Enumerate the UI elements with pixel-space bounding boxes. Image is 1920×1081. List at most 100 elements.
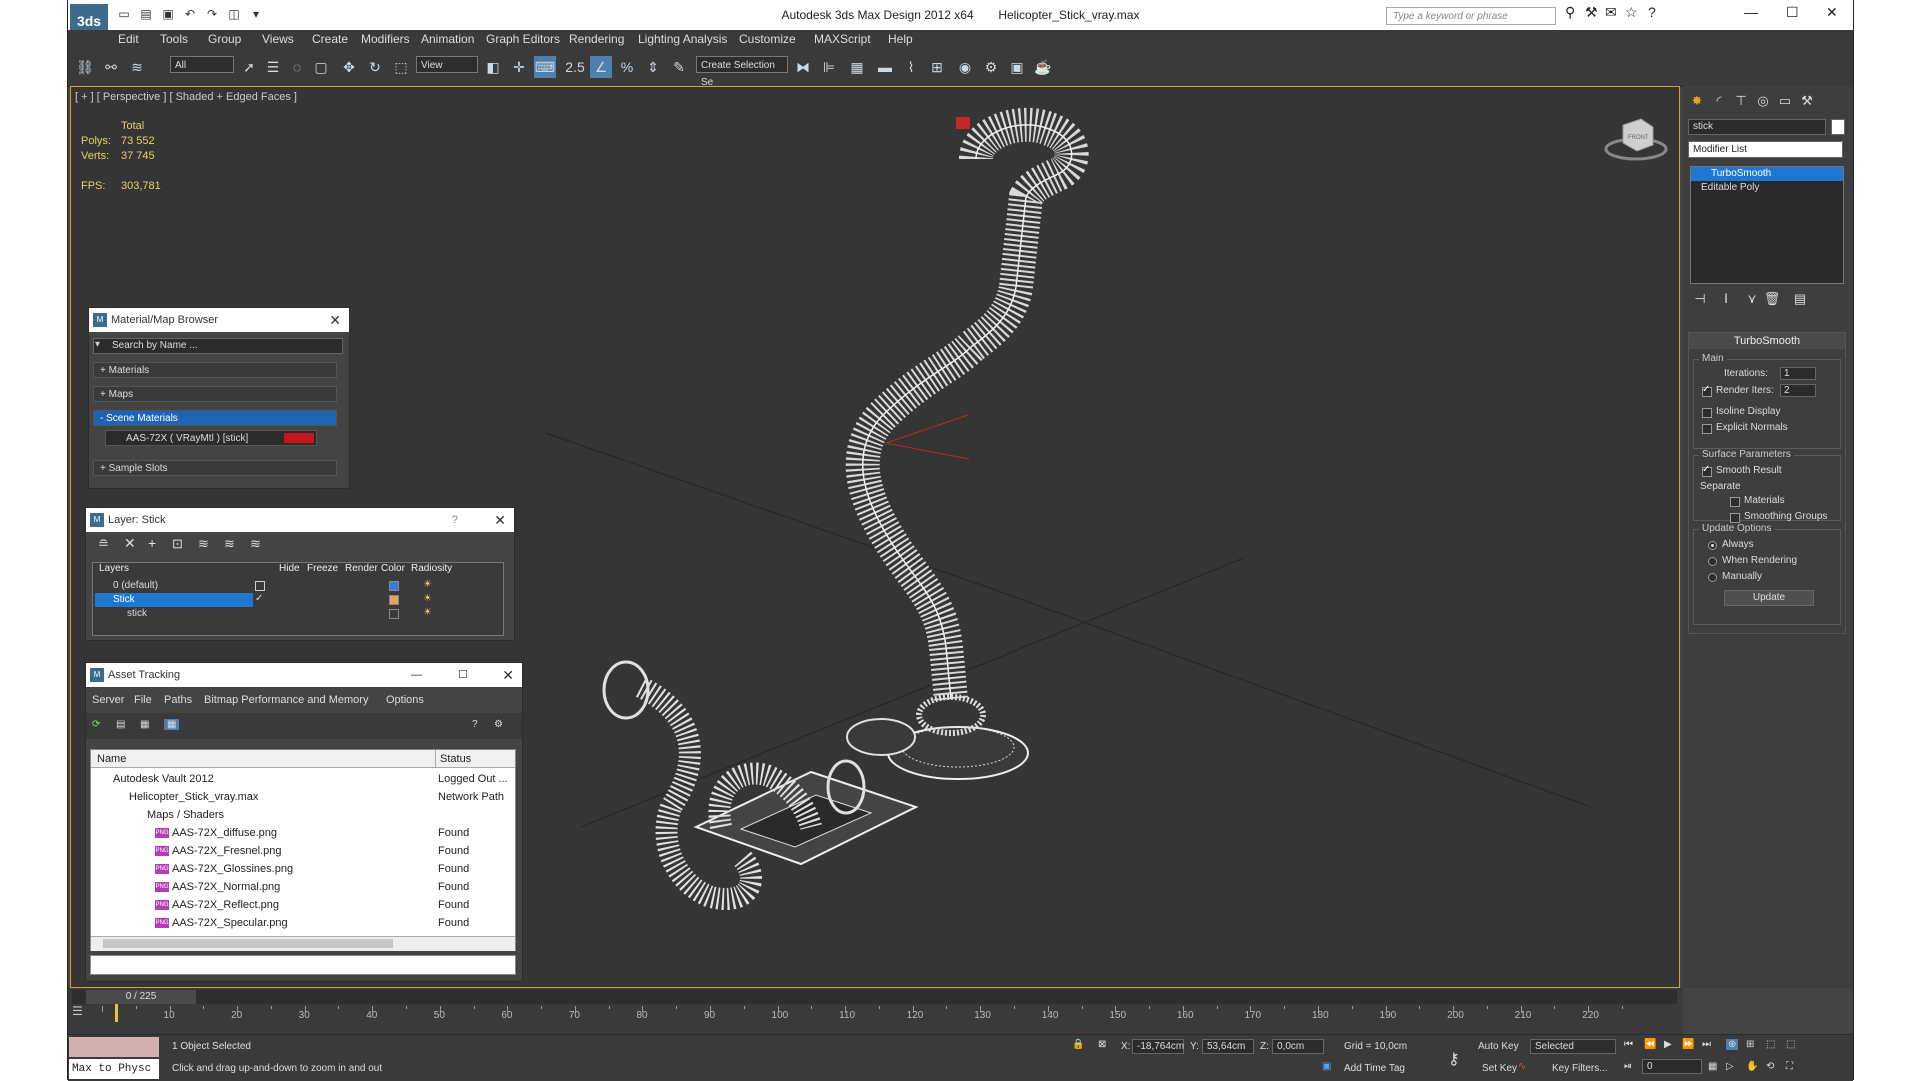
menu-file[interactable]: File [134, 694, 152, 706]
unlink-icon[interactable]: ⚯ [100, 56, 122, 78]
zoom-all-icon[interactable]: ⊞ [1746, 1039, 1754, 1050]
select-in-layer-icon[interactable]: ⊡ [172, 536, 183, 552]
time-tag-icon[interactable]: ▣ [1322, 1061, 1331, 1072]
section-scene-materials[interactable]: - Scene Materials [93, 410, 337, 426]
set-key-button[interactable]: Set Key [1482, 1063, 1517, 1074]
binoculars-icon[interactable]: ⚲ [1565, 4, 1575, 21]
viewcube[interactable]: FRONT [1604, 118, 1668, 161]
field-of-view-icon[interactable]: ▷ [1726, 1061, 1734, 1072]
render-production-icon[interactable]: ☕ [1032, 56, 1054, 78]
lock-icon[interactable]: 🔒 [1072, 1039, 1084, 1050]
list-view-icon[interactable]: ▤ [116, 719, 125, 730]
isoline-display-checkbox[interactable] [1702, 408, 1712, 418]
maxscript-listener-pink[interactable] [69, 1037, 159, 1057]
help-icon[interactable]: ? [452, 508, 458, 532]
align-icon[interactable]: ⊫ [818, 56, 840, 78]
make-unique-icon[interactable]: ⋎ [1743, 290, 1761, 308]
layer-row[interactable]: 0 (default) [95, 579, 253, 593]
modifier-list-dropdown[interactable]: Modifier List [1688, 141, 1843, 158]
close-icon[interactable]: ✕ [329, 308, 341, 332]
graphite-ribbon-icon[interactable]: ▬ [874, 56, 896, 78]
settings-icon[interactable]: ⚙ [494, 719, 503, 730]
menu-server[interactable]: Server [92, 694, 124, 706]
table-row[interactable]: PNG AAS-72X_Normal.png Found [91, 878, 515, 896]
menu-views[interactable]: Views [262, 32, 294, 46]
close-icon[interactable]: ✕ [502, 663, 514, 687]
reference-coordinate-dropdown[interactable]: View [416, 56, 478, 73]
section-maps[interactable]: + Maps [93, 386, 337, 402]
table-row[interactable]: Helicopter_Stick_vray.max Network Path [91, 788, 515, 806]
time-configuration-icon[interactable]: ▦ [1708, 1061, 1717, 1072]
display-tab-icon[interactable]: ▭ [1776, 92, 1794, 110]
smoothing-groups-checkbox[interactable] [1730, 513, 1740, 523]
object-name-field[interactable]: stick [1688, 119, 1826, 135]
menu-lighting-analysis[interactable]: Lighting Analysis [638, 32, 727, 46]
details-view-icon[interactable]: ▦ [140, 719, 149, 730]
rendered-frame-window-icon[interactable]: ▣ [1006, 56, 1028, 78]
named-selection-set-dropdown[interactable]: Create Selection Se [696, 56, 788, 88]
utilities-tab-icon[interactable]: ⚒ [1798, 92, 1816, 110]
menu-create[interactable]: Create [312, 32, 348, 46]
remove-modifier-icon[interactable]: 🗑 [1763, 290, 1781, 308]
subscription-icon[interactable]: ⚒ [1585, 4, 1598, 21]
radiosity-icon[interactable]: ☀ [423, 593, 432, 604]
update-when-rendering-radio[interactable] [1708, 557, 1717, 566]
add-time-tag[interactable]: Add Time Tag [1344, 1063, 1405, 1074]
maximize-icon[interactable]: ☐ [1786, 4, 1799, 21]
search-options-icon[interactable]: ▾ [95, 339, 100, 350]
material-editor-icon[interactable]: ◉ [954, 56, 976, 78]
radiosity-icon[interactable]: ☀ [423, 607, 432, 618]
hierarchy-tab-icon[interactable]: ⊤ [1732, 92, 1750, 110]
menu-options[interactable]: Options [386, 694, 424, 706]
stack-item-editable-poly[interactable]: Editable Poly [1691, 181, 1843, 195]
spinner-snap-icon[interactable]: ⇕ [642, 56, 664, 78]
freeze-all-icon[interactable]: ≋ [250, 536, 261, 552]
selection-region-icon[interactable]: ◌ [286, 56, 308, 78]
table-row[interactable]: PNG AAS-72X_Specular.png Found [91, 914, 515, 932]
pan-view-icon[interactable]: ✋ [1746, 1061, 1758, 1072]
menu-paths[interactable]: Paths [164, 694, 192, 706]
zoom-icon[interactable]: ⊕ [1726, 1039, 1739, 1050]
bind-space-warp-icon[interactable]: ≋ [126, 56, 148, 78]
layer-object-row[interactable]: stick [95, 607, 253, 621]
smooth-result-checkbox[interactable] [1702, 464, 1712, 477]
pin-stack-icon[interactable]: ⊣ [1691, 290, 1709, 308]
current-frame-field[interactable]: 0 [1642, 1059, 1702, 1074]
material-browser-titlebar[interactable]: M Material/Map Browser ✕ [89, 308, 349, 332]
refresh-icon[interactable]: ⟳ [92, 719, 100, 730]
transform-mode-icon[interactable]: ⊠ [1098, 1039, 1106, 1050]
minimize-icon[interactable]: — [1744, 4, 1758, 20]
selection-filter-dropdown[interactable]: All [170, 56, 234, 73]
highlight-selected-icon[interactable]: ≋ [198, 536, 209, 552]
menu-help[interactable]: Help [888, 32, 913, 46]
radiosity-icon[interactable]: ☀ [423, 579, 432, 590]
key-icon[interactable]: ⚷ [1448, 1049, 1460, 1069]
orbit-icon[interactable]: ⟲ [1766, 1061, 1774, 1072]
z-coordinate-field[interactable]: 0,0cm [1272, 1039, 1324, 1054]
close-icon[interactable]: ✕ [1826, 4, 1838, 21]
scale-icon[interactable]: ⬚ [390, 56, 412, 78]
menu-edit[interactable]: Edit [118, 32, 139, 46]
create-tab-icon[interactable]: ✸ [1688, 92, 1706, 110]
table-row[interactable]: Maps / Shaders [91, 806, 515, 824]
window-crossing-icon[interactable]: ▢ [310, 56, 332, 78]
select-by-name-icon[interactable]: ☰ [262, 56, 284, 78]
asset-tracking-titlebar[interactable]: M Asset Tracking — ☐ ✕ [86, 663, 522, 687]
update-button[interactable]: Update [1724, 590, 1814, 606]
menu-graph-editors[interactable]: Graph Editors [486, 32, 560, 46]
play-icon[interactable]: ▶ [1664, 1039, 1672, 1050]
stack-item-turbosmooth[interactable]: TurboSmooth [1691, 167, 1843, 181]
set-key-curve-icon[interactable]: ∿ [1518, 1061, 1526, 1072]
horizontal-scrollbar[interactable] [91, 936, 515, 951]
maximize-viewport-icon[interactable]: ⛶ [1786, 1061, 1793, 1072]
pivot-center-icon[interactable]: ◧ [482, 56, 504, 78]
layer-dialog-titlebar[interactable]: M Layer: Stick ? ✕ [86, 508, 514, 532]
zoom-extents-all-icon[interactable]: ⬚ [1786, 1039, 1795, 1050]
snaps-toggle-icon[interactable]: 2.5 [564, 56, 586, 78]
communication-icon[interactable]: ✉ [1605, 4, 1617, 21]
scene-material-item[interactable]: AAS-72X ( VRayMtl ) [stick] [105, 430, 317, 446]
section-sample-slots[interactable]: + Sample Slots [93, 460, 337, 476]
select-object-icon[interactable]: ➚ [238, 56, 260, 78]
section-materials[interactable]: + Materials [93, 362, 337, 378]
auto-key-button[interactable]: Auto Key [1478, 1041, 1519, 1052]
